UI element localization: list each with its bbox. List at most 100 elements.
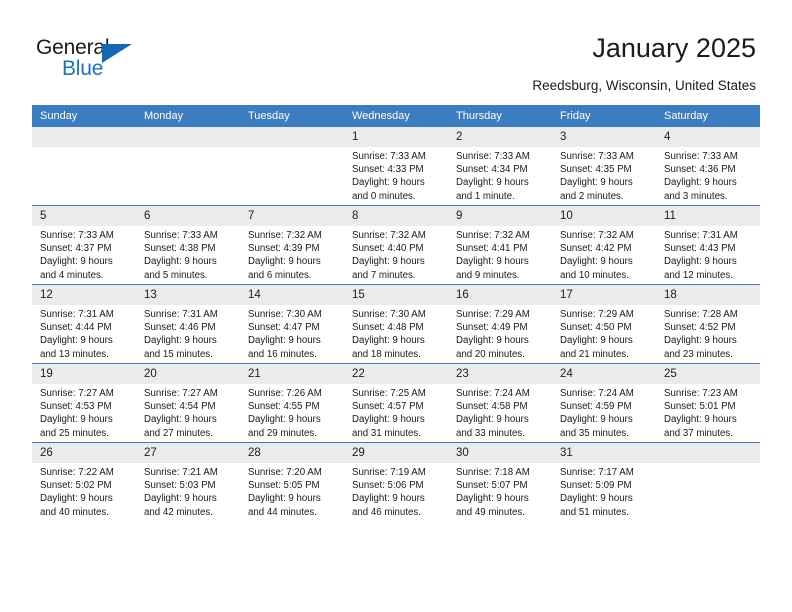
sunrise-text: Sunrise: 7:19 AM — [352, 467, 426, 478]
day-number — [136, 127, 240, 147]
day-details: Sunrise: 7:24 AM Sunset: 4:58 PM Daylight:… — [448, 384, 552, 440]
daylight-text-line2: and 35 minutes. — [560, 427, 629, 439]
daylight-text-line1: Daylight: 9 hours — [456, 493, 529, 505]
calendar-day-cell[interactable]: 19 Sunrise: 7:27 AM Sunset: 4:53 PM Dayligh… — [32, 363, 136, 443]
sunset-text: Sunset: 4:57 PM — [352, 401, 424, 413]
calendar-day-cell[interactable]: 30 Sunrise: 7:18 AM Sunset: 5:07 PM Dayligh… — [448, 442, 552, 521]
sunrise-text: Sunrise: 7:17 AM — [560, 467, 634, 478]
calendar-cell-empty — [240, 127, 344, 206]
day-number: 18 — [656, 285, 760, 305]
daylight-text-line1: Daylight: 9 hours — [560, 493, 633, 505]
day-details: Sunrise: 7:22 AM Sunset: 5:02 PM Daylight:… — [32, 463, 136, 519]
day-number: 24 — [552, 364, 656, 384]
daylight-text-line2: and 25 minutes. — [40, 427, 109, 439]
day-number: 15 — [344, 285, 448, 305]
day-number: 2 — [448, 127, 552, 147]
day-details: Sunrise: 7:26 AM Sunset: 4:55 PM Daylight:… — [240, 384, 344, 440]
calendar-day-cell[interactable]: 25 Sunrise: 7:23 AM Sunset: 5:01 PM Dayligh… — [656, 363, 760, 443]
sunset-text: Sunset: 4:49 PM — [456, 322, 528, 334]
day-details: Sunrise: 7:20 AM Sunset: 5:05 PM Daylight:… — [240, 463, 344, 519]
calendar-day-cell[interactable]: 12 Sunrise: 7:31 AM Sunset: 4:44 PM Dayligh… — [32, 284, 136, 364]
daylight-text-line1: Daylight: 9 hours — [560, 256, 633, 268]
calendar-day-cell[interactable]: 24 Sunrise: 7:24 AM Sunset: 4:59 PM Dayligh… — [552, 363, 656, 443]
day-number — [240, 127, 344, 147]
daylight-text-line1: Daylight: 9 hours — [664, 335, 737, 347]
sunset-text: Sunset: 4:50 PM — [560, 322, 632, 334]
calendar-day-cell[interactable]: 14 Sunrise: 7:30 AM Sunset: 4:47 PM Dayligh… — [240, 284, 344, 364]
daylight-text-line1: Daylight: 9 hours — [40, 493, 113, 505]
logo-triangle-icon — [102, 44, 132, 63]
sunrise-text: Sunrise: 7:23 AM — [664, 388, 738, 399]
sunrise-text: Sunrise: 7:18 AM — [456, 467, 530, 478]
day-number: 8 — [344, 206, 448, 226]
calendar-day-cell[interactable]: 1 Sunrise: 7:33 AM Sunset: 4:33 PM Daylight… — [344, 127, 448, 206]
calendar-day-cell[interactable]: 5 Sunrise: 7:33 AM Sunset: 4:37 PM Daylight… — [32, 205, 136, 285]
calendar-day-cell[interactable]: 9 Sunrise: 7:32 AM Sunset: 4:41 PM Daylight… — [448, 205, 552, 285]
calendar-day-cell[interactable]: 21 Sunrise: 7:26 AM Sunset: 4:55 PM Dayligh… — [240, 363, 344, 443]
calendar-day-cell[interactable]: 27 Sunrise: 7:21 AM Sunset: 5:03 PM Dayligh… — [136, 442, 240, 521]
calendar-day-cell[interactable]: 8 Sunrise: 7:32 AM Sunset: 4:40 PM Daylight… — [344, 205, 448, 285]
sunset-text: Sunset: 4:59 PM — [560, 401, 632, 413]
calendar-day-cell[interactable]: 31 Sunrise: 7:17 AM Sunset: 5:09 PM Dayligh… — [552, 442, 656, 521]
logo-text-blue: Blue — [62, 57, 104, 80]
calendar-day-cell[interactable]: 28 Sunrise: 7:20 AM Sunset: 5:05 PM Dayligh… — [240, 442, 344, 521]
calendar-day-cell[interactable]: 22 Sunrise: 7:25 AM Sunset: 4:57 PM Dayligh… — [344, 363, 448, 443]
weekday-header-sunday: Sunday — [32, 105, 136, 127]
daylight-text-line2: and 42 minutes. — [144, 506, 213, 518]
daylight-text-line1: Daylight: 9 hours — [456, 335, 529, 347]
calendar-day-cell[interactable]: 18 Sunrise: 7:28 AM Sunset: 4:52 PM Dayligh… — [656, 284, 760, 364]
weekday-header-friday: Friday — [552, 105, 656, 127]
weekday-header-monday: Monday — [136, 105, 240, 127]
calendar-day-cell[interactable]: 6 Sunrise: 7:33 AM Sunset: 4:38 PM Daylight… — [136, 205, 240, 285]
calendar-day-cell[interactable]: 20 Sunrise: 7:27 AM Sunset: 4:54 PM Dayligh… — [136, 363, 240, 443]
calendar-day-cell[interactable]: 4 Sunrise: 7:33 AM Sunset: 4:36 PM Daylight… — [656, 127, 760, 206]
calendar-header-row: Sunday Monday Tuesday Wednesday Thursday… — [32, 105, 760, 127]
daylight-text-line2: and 3 minutes. — [664, 190, 728, 202]
sunset-text: Sunset: 4:36 PM — [664, 164, 736, 176]
calendar-day-cell[interactable]: 26 Sunrise: 7:22 AM Sunset: 5:02 PM Dayligh… — [32, 442, 136, 521]
day-number: 16 — [448, 285, 552, 305]
calendar-day-cell[interactable]: 2 Sunrise: 7:33 AM Sunset: 4:34 PM Daylight… — [448, 127, 552, 206]
calendar-day-cell[interactable]: 7 Sunrise: 7:32 AM Sunset: 4:39 PM Daylight… — [240, 205, 344, 285]
calendar-day-cell[interactable]: 11 Sunrise: 7:31 AM Sunset: 4:43 PM Dayligh… — [656, 205, 760, 285]
daylight-text-line1: Daylight: 9 hours — [352, 335, 425, 347]
daylight-text-line2: and 12 minutes. — [664, 269, 733, 281]
calendar-day-cell[interactable]: 17 Sunrise: 7:29 AM Sunset: 4:50 PM Dayligh… — [552, 284, 656, 364]
day-details: Sunrise: 7:23 AM Sunset: 5:01 PM Daylight:… — [656, 384, 760, 440]
calendar-day-cell[interactable]: 23 Sunrise: 7:24 AM Sunset: 4:58 PM Dayligh… — [448, 363, 552, 443]
calendar-day-cell[interactable]: 10 Sunrise: 7:32 AM Sunset: 4:42 PM Dayligh… — [552, 205, 656, 285]
daylight-text-line1: Daylight: 9 hours — [560, 414, 633, 426]
sunset-text: Sunset: 5:07 PM — [456, 480, 528, 492]
calendar-week-row: 19 Sunrise: 7:27 AM Sunset: 4:53 PM Dayligh… — [32, 363, 760, 443]
day-number: 20 — [136, 364, 240, 384]
daylight-text-line2: and 51 minutes. — [560, 506, 629, 518]
sunrise-text: Sunrise: 7:33 AM — [664, 151, 738, 162]
daylight-text-line1: Daylight: 9 hours — [144, 414, 217, 426]
sunrise-text: Sunrise: 7:33 AM — [560, 151, 634, 162]
calendar-week-row: 1 Sunrise: 7:33 AM Sunset: 4:33 PM Daylight… — [32, 127, 760, 206]
sunrise-text: Sunrise: 7:29 AM — [456, 309, 530, 320]
daylight-text-line2: and 10 minutes. — [560, 269, 629, 281]
daylight-text-line1: Daylight: 9 hours — [248, 414, 321, 426]
sunset-text: Sunset: 4:33 PM — [352, 164, 424, 176]
calendar-day-cell[interactable]: 3 Sunrise: 7:33 AM Sunset: 4:35 PM Daylight… — [552, 127, 656, 206]
calendar-day-cell[interactable]: 15 Sunrise: 7:30 AM Sunset: 4:48 PM Dayligh… — [344, 284, 448, 364]
day-details: Sunrise: 7:32 AM Sunset: 4:40 PM Daylight:… — [344, 226, 448, 282]
general-blue-logo[interactable]: General Blue — [36, 36, 186, 88]
daylight-text-line2: and 20 minutes. — [456, 348, 525, 360]
calendar-week-row: 5 Sunrise: 7:33 AM Sunset: 4:37 PM Daylight… — [32, 205, 760, 285]
daylight-text-line2: and 5 minutes. — [144, 269, 208, 281]
sunset-text: Sunset: 4:40 PM — [352, 243, 424, 255]
sunset-text: Sunset: 5:06 PM — [352, 480, 424, 492]
daylight-text-line2: and 29 minutes. — [248, 427, 317, 439]
day-number: 22 — [344, 364, 448, 384]
calendar-day-cell[interactable]: 16 Sunrise: 7:29 AM Sunset: 4:49 PM Dayligh… — [448, 284, 552, 364]
daylight-text-line2: and 0 minutes. — [352, 190, 416, 202]
sunrise-text: Sunrise: 7:30 AM — [352, 309, 426, 320]
sunset-text: Sunset: 5:02 PM — [40, 480, 112, 492]
day-details: Sunrise: 7:27 AM Sunset: 4:54 PM Daylight:… — [136, 384, 240, 440]
calendar-day-cell[interactable]: 29 Sunrise: 7:19 AM Sunset: 5:06 PM Dayligh… — [344, 442, 448, 521]
calendar-day-cell[interactable]: 13 Sunrise: 7:31 AM Sunset: 4:46 PM Dayligh… — [136, 284, 240, 364]
day-details: Sunrise: 7:33 AM Sunset: 4:35 PM Daylight:… — [552, 147, 656, 203]
page-subtitle: Reedsburg, Wisconsin, United States — [532, 78, 756, 93]
